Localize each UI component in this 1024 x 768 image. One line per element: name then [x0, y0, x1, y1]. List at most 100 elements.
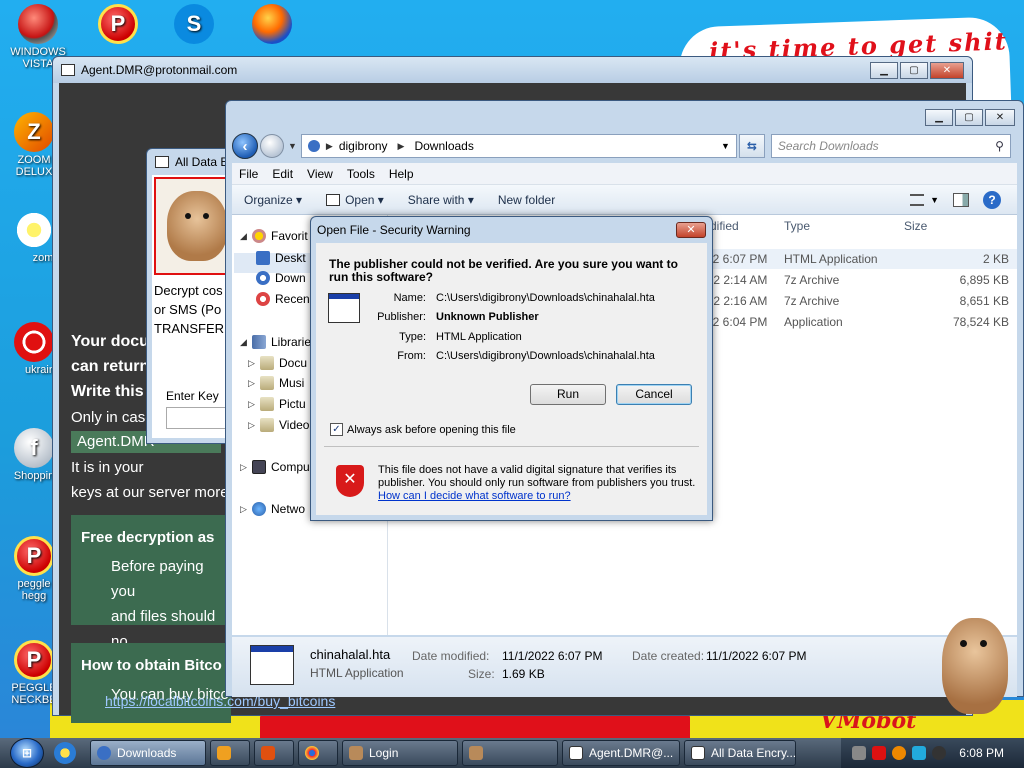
tray-icon[interactable] [852, 746, 867, 760]
nav-label: Musi [279, 376, 305, 390]
open-button[interactable]: Open ▾ [326, 193, 384, 207]
menu-edit[interactable]: Edit [272, 167, 293, 181]
downloads-icon [97, 746, 111, 760]
detail-created-value: 11/1/2022 6:07 PM [706, 649, 807, 663]
refresh-button[interactable]: ⇆ [738, 134, 765, 158]
menu-view[interactable]: View [307, 167, 333, 181]
expand-icon[interactable]: ▷ [248, 358, 260, 369]
expand-icon[interactable]: ◢ [240, 231, 252, 242]
recent-pages-dropdown[interactable]: ▼ [288, 141, 297, 151]
nav-favorites[interactable]: ◢ Favorit [240, 229, 308, 243]
close-button[interactable]: ✕ [676, 222, 706, 238]
chevron-down-icon[interactable]: ▼ [930, 195, 939, 205]
search-input[interactable]: Search Downloads ⚲ [770, 134, 1011, 158]
chrome-icon [305, 746, 319, 760]
taskbar-downloads[interactable]: Downloads [90, 740, 206, 766]
back-button[interactable]: ‹ [232, 133, 258, 159]
nav-pictures[interactable]: ▷ Pictu [248, 397, 306, 411]
taskbar-hamster[interactable] [462, 740, 558, 766]
search-placeholder: Search Downloads [777, 139, 879, 153]
menu-help[interactable]: Help [389, 167, 414, 181]
organize-button[interactable]: Organize ▾ [244, 193, 302, 207]
taskbar-app[interactable] [254, 740, 294, 766]
desktop-icon [256, 251, 270, 265]
window-icon [61, 64, 75, 76]
nav-label: Netwo [271, 502, 306, 516]
nav-videos[interactable]: ▷ Video [248, 418, 309, 432]
nav-network[interactable]: ▷ Netwo [240, 502, 305, 516]
expand-icon[interactable]: ◢ [240, 337, 252, 348]
taskbar-chrome[interactable] [298, 740, 338, 766]
all-data-title: All Data E [175, 155, 229, 169]
nav-downloads[interactable]: Down [256, 271, 306, 285]
expand-icon[interactable]: ▷ [248, 399, 260, 410]
breadcrumb-item[interactable]: Downloads [414, 139, 473, 153]
expand-icon[interactable]: ▷ [240, 504, 252, 515]
desktop-icon-peggle[interactable]: P [88, 4, 148, 46]
hamster-icon [167, 191, 227, 261]
volume-icon[interactable] [932, 746, 947, 760]
taskbar: ⊞ Downloads Login Agent.DMR@... All Data… [0, 738, 1024, 768]
column-header-size[interactable]: Size [904, 219, 927, 233]
column-header-type[interactable]: Type [784, 219, 810, 233]
details-pane: chinahalal.hta HTML Application Date mod… [232, 637, 1017, 697]
nav-computer[interactable]: ▷ Compu [240, 460, 310, 474]
start-button[interactable]: ⊞ [10, 738, 44, 768]
security-warning-dialog[interactable]: Open File - Security Warning ✕ The publi… [310, 216, 713, 521]
share-with-button[interactable]: Share with ▾ [408, 193, 474, 207]
help-link[interactable]: How can I decide what software to run? [378, 490, 571, 502]
taskbar-all-data[interactable]: All Data Encry... [684, 740, 796, 766]
view-options-icon[interactable] [910, 193, 925, 206]
nav-desktop[interactable]: Deskt [256, 251, 306, 265]
agent-window-titlebar[interactable]: Agent.DMR@protonmail.com [53, 57, 972, 83]
new-folder-button[interactable]: New folder [498, 193, 555, 207]
minimize-button[interactable]: ▁ [925, 109, 953, 126]
nav-recent[interactable]: Recen [256, 292, 310, 306]
nav-label: Pictu [279, 397, 306, 411]
expand-icon[interactable]: ▷ [248, 378, 260, 389]
taskbar-media-player[interactable] [210, 740, 250, 766]
menu-tools[interactable]: Tools [347, 167, 375, 181]
expand-icon[interactable]: ▷ [248, 420, 260, 431]
always-ask-checkbox[interactable]: ✓ Always ask before opening this file [330, 423, 516, 436]
open-label: Open [345, 192, 375, 207]
pictures-icon [260, 397, 274, 411]
expand-icon[interactable]: ▷ [240, 462, 252, 473]
nav-libraries[interactable]: ◢ Librarie [240, 335, 311, 349]
checkmark-icon[interactable]: ✓ [330, 423, 343, 436]
menu-file[interactable]: File [239, 167, 258, 181]
peggle-icon: P [14, 640, 54, 680]
taskbar-login[interactable]: Login [342, 740, 458, 766]
explorer-titlebar[interactable] [226, 101, 1023, 133]
help-icon[interactable]: ? [983, 190, 1001, 209]
tray-icon[interactable] [892, 746, 907, 760]
desktop-icon-skype[interactable]: S [164, 4, 224, 46]
desktop-icon-globe[interactable] [242, 4, 302, 46]
maximize-button[interactable]: ▢ [900, 62, 928, 79]
nav-documents[interactable]: ▷ Docu [248, 356, 307, 370]
nav-music[interactable]: ▷ Musi [248, 376, 304, 390]
run-button[interactable]: Run [530, 384, 606, 405]
close-button[interactable]: ✕ [930, 62, 964, 79]
panel-title: How to obtain Bitco [81, 657, 222, 674]
cancel-button[interactable]: Cancel [616, 384, 692, 405]
skype-icon: S [174, 4, 214, 44]
tray-icon[interactable] [912, 746, 927, 760]
breadcrumb-item[interactable]: digibrony [339, 139, 388, 153]
forward-button[interactable] [260, 134, 284, 158]
star-icon [252, 229, 266, 243]
internet-explorer-icon[interactable] [54, 742, 76, 764]
dialog-titlebar[interactable]: Open File - Security Warning [311, 217, 712, 243]
address-bar[interactable]: ▶ digibrony ▶ Downloads ▼ [300, 134, 737, 158]
detail-size-value: 1.69 KB [502, 667, 545, 681]
clock[interactable]: 6:08 PM [959, 746, 1004, 760]
close-button[interactable]: ✕ [985, 109, 1015, 126]
maximize-button[interactable]: ▢ [955, 109, 983, 126]
taskbar-agent[interactable]: Agent.DMR@... [562, 740, 680, 766]
tray-icon[interactable] [872, 746, 887, 760]
preview-pane-icon[interactable] [953, 192, 969, 207]
globe-icon [252, 4, 292, 44]
column-header-modified[interactable]: dified [710, 219, 739, 233]
minimize-button[interactable]: ▁ [870, 62, 898, 79]
chevron-down-icon[interactable]: ▼ [721, 141, 730, 151]
